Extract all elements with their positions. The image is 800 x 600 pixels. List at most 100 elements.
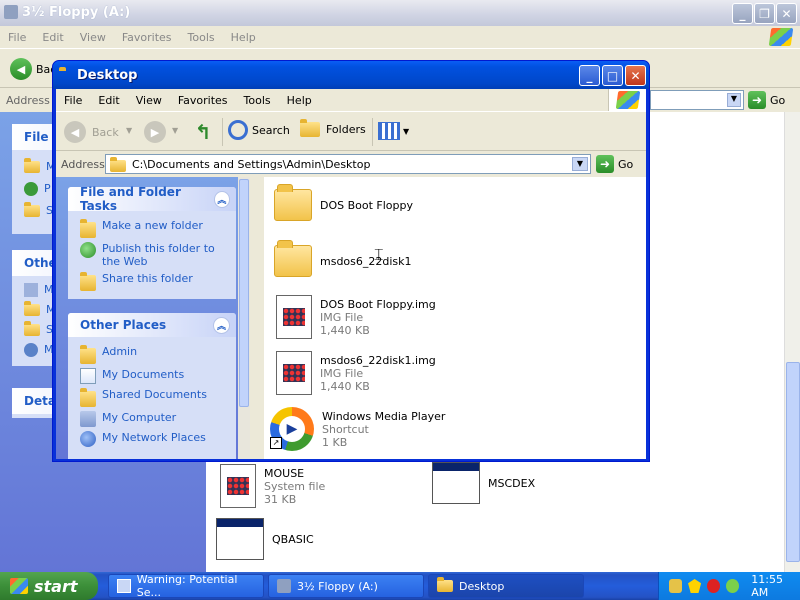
floppy-scrollbar[interactable] <box>784 112 800 572</box>
minimize-button[interactable]: _ <box>732 3 753 24</box>
close-button[interactable]: ✕ <box>625 65 646 86</box>
file-name: MOUSE <box>264 466 305 480</box>
scrollbar-thumb[interactable] <box>239 179 249 407</box>
file-item-qbasic[interactable]: QBASIC <box>216 518 314 560</box>
dropdown-arrow-icon[interactable]: ▼ <box>727 93 741 107</box>
file-item-mscdex[interactable]: MSCDEX <box>432 462 535 504</box>
file-item-dos-boot-floppy-folder[interactable]: DOS Boot Floppy <box>274 184 413 221</box>
close-button[interactable]: ✕ <box>776 3 797 24</box>
menu-favorites[interactable]: Favorites <box>114 31 180 44</box>
menu-favorites[interactable]: Favorites <box>170 94 236 107</box>
publish-folder-link[interactable]: Publish this folder to the Web <box>68 240 236 270</box>
update-tray-icon[interactable] <box>726 579 740 593</box>
place-my-computer-link[interactable]: My Computer <box>68 409 236 429</box>
menu-view[interactable]: View <box>72 31 114 44</box>
address-input[interactable]: C:\Documents and Settings\Admin\Desktop … <box>105 154 591 174</box>
window-icon <box>117 579 131 593</box>
forward-arrow-icon[interactable]: ▶ <box>144 121 166 143</box>
go-label: Go <box>618 157 634 171</box>
address-dropdown-icon[interactable]: ▼ <box>572 157 588 171</box>
menu-help[interactable]: Help <box>279 94 320 107</box>
menu-tools[interactable]: Tools <box>236 94 279 107</box>
make-new-folder-link[interactable]: Make a new folder <box>68 217 236 240</box>
taskbar-button-label: 3½ Floppy (A:) <box>297 579 378 593</box>
forward-dropdown-icon[interactable]: ▼ <box>172 126 178 135</box>
maximize-button[interactable]: ❐ <box>754 3 775 24</box>
toolbar-separator <box>372 118 373 146</box>
file-item-msdos-folder[interactable]: msdos6_22disk1 <box>274 240 412 277</box>
network-icon <box>24 343 38 357</box>
file-folder-tasks-header[interactable]: File and Folder Tasks ︽ <box>68 185 236 213</box>
throbber <box>608 89 646 111</box>
my-computer-icon <box>80 411 96 427</box>
file-item-dos-boot-floppy-img[interactable]: DOS Boot Floppy.img IMG File 1,440 KB <box>276 295 436 339</box>
scrollbar-thumb[interactable] <box>786 362 800 562</box>
share-folder-icon <box>24 202 40 217</box>
back-arrow-icon[interactable]: ◀ <box>10 58 32 80</box>
menu-view[interactable]: View <box>128 94 170 107</box>
taskbar-button-desktop[interactable]: Desktop <box>428 574 584 598</box>
desktop-titlebar[interactable]: Desktop _ □ ✕ <box>53 61 649 89</box>
menu-edit[interactable]: Edit <box>90 94 127 107</box>
back-arrow-icon[interactable]: ◀ <box>64 121 86 143</box>
start-label: start <box>34 576 78 596</box>
place-my-network-link[interactable]: My Network Places <box>68 429 236 449</box>
maximize-button[interactable]: □ <box>602 65 623 86</box>
up-folder-icon[interactable]: ↰ <box>192 120 214 144</box>
taskbar-button-floppy[interactable]: 3½ Floppy (A:) <box>268 574 424 598</box>
new-folder-icon <box>80 219 96 238</box>
collapse-chevron-icon[interactable]: ︽ <box>213 190 230 208</box>
folders-icon <box>300 119 320 137</box>
file-item-msdos-img[interactable]: msdos6_22disk1.img IMG File 1,440 KB <box>276 351 436 395</box>
taskbar-button-label: Desktop <box>459 579 505 593</box>
windows-logo-icon <box>615 91 640 109</box>
security-shield-icon[interactable] <box>688 579 702 593</box>
floppy-titlebar[interactable]: 3½ Floppy (A:) _ ❐ ✕ <box>0 0 800 26</box>
file-size: 31 KB <box>264 492 297 506</box>
place-admin-link[interactable]: Admin <box>68 343 236 366</box>
img-file-icon <box>276 351 312 395</box>
start-button[interactable]: start <box>0 572 98 600</box>
floppy-go-button[interactable]: ➜ Go <box>748 91 785 109</box>
alert-icon[interactable] <box>707 579 721 593</box>
views-button[interactable]: ▼ <box>378 122 409 140</box>
address-label: Address <box>61 158 105 171</box>
menu-file[interactable]: File <box>56 94 90 107</box>
shared-documents-icon <box>80 388 96 407</box>
media-player-icon: ▶ ↗ <box>270 407 314 451</box>
floppy-address-input[interactable]: ▼ <box>650 90 744 110</box>
place-my-documents-link[interactable]: My Documents <box>68 366 236 386</box>
other-places-header[interactable]: Other Places ︽ <box>68 313 236 337</box>
system-file-icon <box>220 464 256 508</box>
place-shared-documents-link[interactable]: Shared Documents <box>68 386 236 409</box>
back-button[interactable]: Back <box>92 126 119 139</box>
share-folder-link[interactable]: Share this folder <box>68 270 236 293</box>
taskbar-button-warning[interactable]: Warning: Potential Se... <box>108 573 264 599</box>
file-name: msdos6_22disk1.img <box>320 353 436 367</box>
search-label: Search <box>252 123 290 137</box>
search-button[interactable]: Search <box>228 120 290 140</box>
network-tray-icon[interactable] <box>669 579 683 593</box>
file-item-windows-media-player[interactable]: ▶ ↗ Windows Media Player Shortcut 1 KB <box>270 407 445 451</box>
floppy-menubar: File Edit View Favorites Tools Help <box>0 26 800 48</box>
file-name: QBASIC <box>272 532 314 546</box>
folders-button[interactable]: Folders <box>300 119 366 137</box>
clock[interactable]: 11:55 AM <box>751 573 800 599</box>
back-dropdown-icon[interactable]: ▼ <box>126 126 132 135</box>
taskbar: start Warning: Potential Se... 3½ Floppy… <box>0 572 800 600</box>
desktop-toolbar: ◀ Back ▼ ▶ ▼ ↰ Search Folders ▼ <box>56 111 646 151</box>
menu-file[interactable]: File <box>0 31 34 44</box>
go-button[interactable]: ➜ Go <box>596 155 633 173</box>
views-dropdown-icon: ▼ <box>403 126 410 136</box>
task-pane-scrollbar[interactable] <box>238 177 250 459</box>
collapse-chevron-icon[interactable]: ︽ <box>213 316 230 334</box>
menu-edit[interactable]: Edit <box>34 31 71 44</box>
desktop-menubar: File Edit View Favorites Tools Help <box>56 89 646 111</box>
menu-help[interactable]: Help <box>223 31 264 44</box>
file-item-mouse[interactable]: MOUSE System file 31 KB <box>220 464 325 508</box>
folder-icon <box>274 184 312 221</box>
address-value: C:\Documents and Settings\Admin\Desktop <box>132 157 371 171</box>
menu-tools[interactable]: Tools <box>180 31 223 44</box>
floppy-window-title: 3½ Floppy (A:) <box>22 5 131 20</box>
minimize-button[interactable]: _ <box>579 65 600 86</box>
